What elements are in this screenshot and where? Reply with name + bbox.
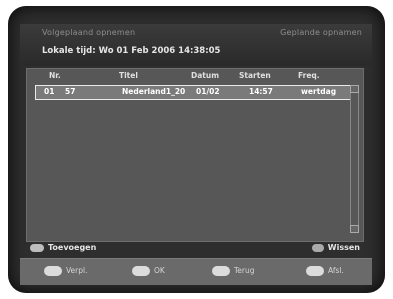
footer-item-exit[interactable]: Afsl.	[306, 266, 344, 276]
exit-icon	[306, 266, 324, 276]
footer-item-ok[interactable]: OK	[132, 266, 165, 276]
row-channel: 57	[65, 87, 76, 96]
footer-item-back[interactable]: Terug	[212, 266, 255, 276]
header: Volgeplaand opnemen Geplande opnamen Lok…	[20, 24, 372, 66]
return-icon	[212, 266, 230, 276]
footer-label-move: Verpl.	[66, 266, 88, 275]
row-freq: wertdag	[301, 87, 337, 96]
scrollbar[interactable]	[350, 85, 359, 233]
footer-label-back: Terug	[234, 266, 255, 275]
scroll-down-icon[interactable]	[350, 225, 359, 233]
action-bar: Toevoegen Wissen	[26, 242, 362, 256]
col-freq: Freq.	[298, 71, 320, 80]
footer-label-exit: Afsl.	[328, 266, 344, 275]
tv-screen: Volgeplaand opnemen Geplande opnamen Lok…	[8, 6, 385, 293]
col-date: Datum	[191, 71, 220, 80]
add-label: Toevoegen	[48, 243, 97, 252]
column-headers: Nr. Titel Datum Starten Freq.	[27, 71, 363, 83]
local-time: Lokale tijd: Wo 01 Feb 2006 14:38:05	[42, 46, 221, 56]
footer-item-move[interactable]: Verpl.	[44, 266, 87, 276]
row-start: 14:57	[249, 87, 273, 96]
tab-scheduled-recordings[interactable]: Geplande opnamen	[280, 28, 362, 37]
row-nr: 01	[44, 87, 55, 96]
delete-label: Wissen	[327, 243, 360, 252]
col-nr: Nr.	[49, 71, 61, 80]
footer-help-bar: Verpl. OK Terug Afsl.	[20, 258, 372, 285]
ok-icon	[132, 266, 150, 276]
table-row[interactable]: 01 57 Nederland1_20 01/02 14:57 wertdag	[35, 85, 351, 100]
col-start: Starten	[239, 71, 271, 80]
delete-button[interactable]: Wissen	[311, 243, 360, 252]
tab-timer-recording[interactable]: Volgeplaand opnemen	[42, 28, 135, 37]
row-date: 01/02	[196, 87, 220, 96]
add-button[interactable]: Toevoegen	[30, 243, 96, 252]
dpad-icon	[44, 266, 62, 276]
row-title: Nederland1_20	[122, 87, 186, 96]
col-title: Titel	[119, 71, 138, 80]
scroll-up-icon[interactable]	[350, 85, 359, 93]
green-key-icon	[311, 243, 324, 252]
recording-list-panel: Nr. Titel Datum Starten Freq. 01 57 Nede…	[26, 68, 364, 242]
footer-label-ok: OK	[154, 266, 165, 275]
red-key-icon	[30, 243, 44, 252]
